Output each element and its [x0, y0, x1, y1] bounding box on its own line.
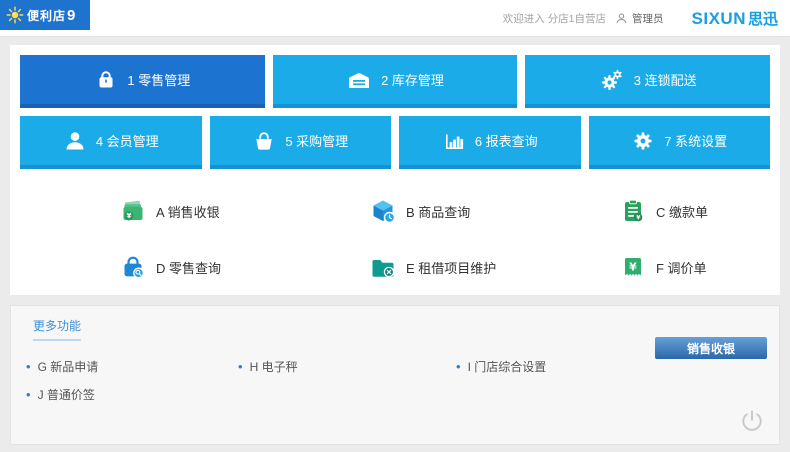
more-functions-title: 更多功能 — [33, 317, 81, 341]
shortcut-grid: ¥ A 销售收银 B 商品查询 — [20, 183, 770, 295]
folder-icon — [370, 254, 396, 280]
tile-retail-management[interactable]: 1 零售管理 — [20, 55, 265, 108]
clipboard-icon: ¥ — [620, 198, 646, 224]
tile-label: 2 库存管理 — [381, 70, 444, 89]
tile-system-settings[interactable]: 7 系统设置 — [589, 116, 771, 169]
svg-text:¥: ¥ — [127, 212, 132, 220]
svg-text:¥: ¥ — [629, 261, 637, 274]
app-title: 便利店 — [27, 7, 66, 24]
warehouse-icon — [346, 68, 372, 92]
member-icon — [63, 129, 87, 153]
bullet-icon: • — [238, 360, 243, 373]
link-label: G 新品申请 — [38, 358, 99, 375]
shortcut-label: F 调价单 — [656, 258, 707, 277]
more-functions-links: • G 新品申请 • H 电子秤 • I 门店综合设置 • J 普通价签 — [26, 352, 756, 408]
welcome-text: 欢迎进入 分店1自营店 — [503, 11, 606, 26]
gear-icon — [631, 129, 655, 153]
shortcut-label: A 销售收银 — [156, 202, 220, 221]
sixun-brand-logo: SIXUN 思迅 — [692, 8, 778, 29]
link-new-product-request[interactable]: • G 新品申请 — [26, 352, 238, 380]
shortcut-payment-slip[interactable]: ¥ C 缴款单 — [520, 183, 770, 239]
tile-report-query[interactable]: 6 报表查询 — [399, 116, 581, 169]
link-label: J 普通价签 — [38, 386, 95, 403]
more-functions-panel: 更多功能 • G 新品申请 • H 电子秤 • I 门店综合设置 • J 普通价… — [10, 305, 780, 445]
sun-icon — [5, 5, 25, 25]
bag-icon — [94, 68, 118, 92]
tile-member-management[interactable]: 4 会员管理 — [20, 116, 202, 169]
tile-label: 3 连锁配送 — [634, 70, 697, 89]
brand-text-en: SIXUN — [692, 9, 746, 29]
power-button[interactable] — [739, 408, 765, 434]
main-menu-card: 1 零售管理 2 库存管理 — [10, 45, 780, 295]
cube-search-icon — [370, 198, 396, 224]
tile-chain-distribution[interactable]: 3 连锁配送 — [525, 55, 770, 108]
wallet-icon: ¥ — [120, 198, 146, 224]
user-icon — [615, 12, 628, 25]
top-bar: 便利店 9 欢迎进入 分店1自营店 管理员 SIXUN 思迅 — [0, 0, 790, 37]
link-electronic-scale[interactable]: • H 电子秤 — [238, 352, 456, 380]
tile-inventory-management[interactable]: 2 库存管理 — [273, 55, 518, 108]
link-label: H 电子秤 — [250, 358, 298, 375]
shortcut-sales-cashier[interactable]: ¥ A 销售收银 — [20, 183, 270, 239]
tile-row-2: 4 会员管理 5 采购管理 6 — [20, 116, 770, 169]
basket-icon — [252, 129, 276, 153]
shortcut-label: B 商品查询 — [406, 202, 470, 221]
shortcut-product-query[interactable]: B 商品查询 — [270, 183, 520, 239]
tile-label: 1 零售管理 — [127, 70, 190, 89]
tile-row-1: 1 零售管理 2 库存管理 — [20, 55, 770, 108]
bullet-icon: • — [26, 388, 31, 401]
tile-label: 7 系统设置 — [664, 131, 727, 150]
shortcut-retail-query[interactable]: D 零售查询 — [20, 239, 270, 295]
link-label: I 门店综合设置 — [468, 358, 547, 375]
shortcut-rental-item-maintenance[interactable]: E 租借项目维护 — [270, 239, 520, 295]
price-tag-icon: ¥ — [620, 254, 646, 280]
bar-chart-icon — [442, 129, 466, 153]
sales-cashier-button[interactable]: 销售收银 — [655, 337, 767, 359]
tile-purchase-management[interactable]: 5 采购管理 — [210, 116, 392, 169]
app-title-number: 9 — [67, 7, 75, 24]
tile-label: 4 会员管理 — [96, 131, 159, 150]
bullet-icon: • — [26, 360, 31, 373]
shortcut-price-adjustment[interactable]: ¥ F 调价单 — [520, 239, 770, 295]
shortcut-label: E 租借项目维护 — [406, 258, 496, 277]
brand-text-cn: 思迅 — [748, 8, 778, 29]
tile-label: 5 采购管理 — [285, 131, 348, 150]
user-menu[interactable]: 管理员 — [615, 11, 664, 26]
tile-label: 6 报表查询 — [475, 131, 538, 150]
bag-search-icon — [120, 254, 146, 280]
gears-icon — [599, 68, 625, 92]
shortcut-label: D 零售查询 — [156, 258, 221, 277]
user-name: 管理员 — [632, 11, 664, 26]
shortcut-label: C 缴款单 — [656, 202, 708, 221]
app-logo: 便利店 9 — [0, 0, 90, 30]
link-ordinary-price-tag[interactable]: • J 普通价签 — [26, 380, 238, 408]
bullet-icon: • — [456, 360, 461, 373]
